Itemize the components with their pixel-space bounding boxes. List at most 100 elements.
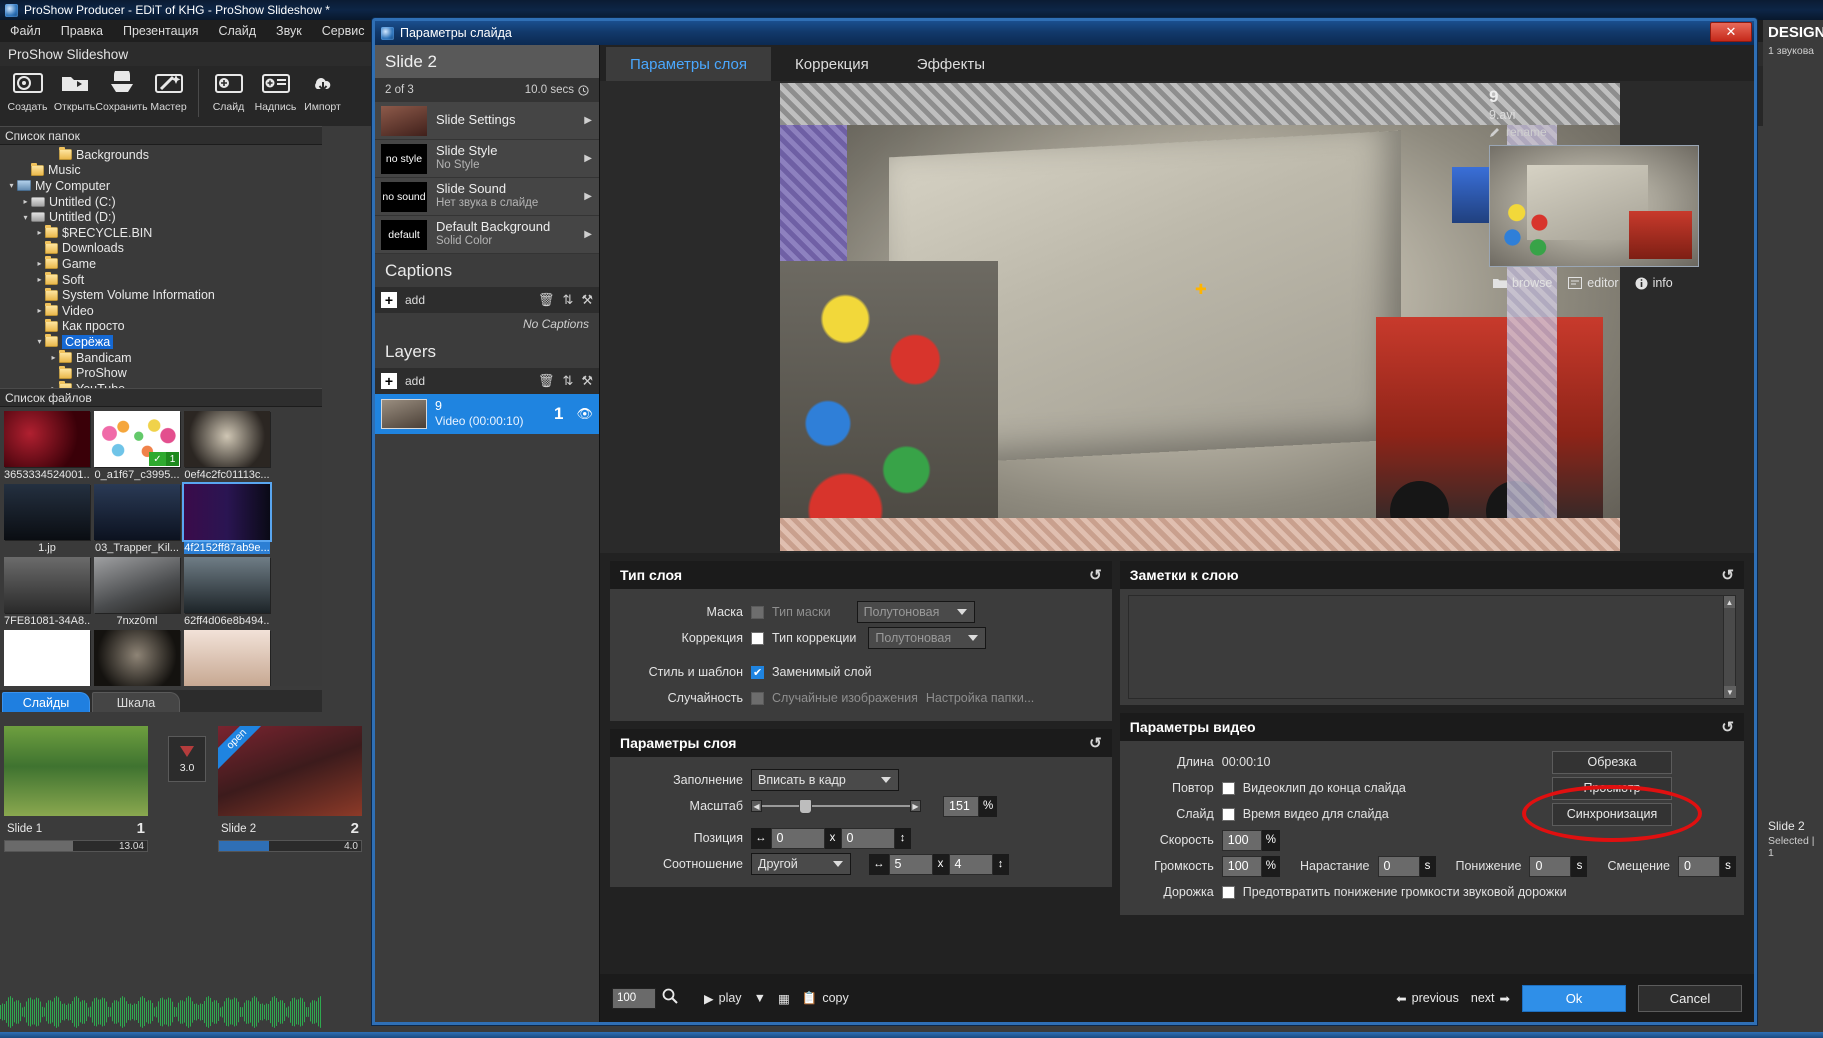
mask-type-select[interactable]: Полутоновая	[856, 601, 975, 623]
browse-button[interactable]: browse	[1493, 276, 1552, 290]
video-fadein-field[interactable]: 0	[1377, 855, 1420, 877]
reset-icon[interactable]: ↺	[1721, 718, 1734, 736]
aspect-width-field[interactable]: 5	[888, 853, 933, 875]
audio-waveform[interactable]	[0, 974, 322, 1038]
folder-tree-item[interactable]: Как просто	[0, 318, 322, 335]
toolbar-button-save[interactable]: Сохранить	[95, 66, 148, 124]
file-list-item[interactable]: 126d540c3346e...	[4, 630, 90, 686]
tree-twisty-icon[interactable]: ▸	[34, 259, 45, 268]
tree-twisty-icon[interactable]: ▾	[6, 181, 17, 190]
slide-thumbnail-1[interactable]	[4, 726, 148, 816]
reset-icon[interactable]: ↺	[1721, 566, 1734, 584]
tab-layer-settings[interactable]: Параметры слоя	[606, 47, 772, 81]
adjust-type-select[interactable]: Полутоновая	[868, 627, 987, 649]
delete-caption-icon[interactable]: 🗑	[538, 292, 555, 308]
menu-item-service[interactable]: Сервис	[312, 22, 375, 40]
file-list-item[interactable]: ✓ 1 0_a1f67_c3995...	[94, 411, 180, 481]
mask-checkbox[interactable]	[751, 605, 764, 619]
dialog-tabs[interactable]: Параметры слоя Коррекция Эффекты	[600, 45, 1754, 81]
layers-add-label[interactable]: add	[405, 374, 425, 388]
sidebar-row-default-background[interactable]: default Default Background Solid Color ▶	[375, 216, 599, 254]
sync-button[interactable]: Синхронизация	[1552, 802, 1672, 826]
slide-thumbnail-2[interactable]: open	[218, 726, 362, 816]
scale-value-field[interactable]: 151	[943, 795, 979, 817]
file-list-item[interactable]: 03_Trapper_Kil...	[94, 484, 180, 554]
layer-thumb-actions[interactable]: browse editor info	[1489, 276, 1744, 290]
video-speed-field[interactable]: 100	[1221, 829, 1262, 851]
replaceable-layer-checkbox[interactable]	[751, 665, 764, 679]
folder-tree-item[interactable]: ▸ Soft	[0, 272, 322, 288]
slide-1-duration-bar[interactable]: 13.04	[4, 840, 148, 852]
tree-twisty-icon[interactable]: ▾	[34, 337, 45, 346]
reorder-caption-icon[interactable]: ⇅	[562, 292, 573, 308]
play-button[interactable]: ▶ play	[704, 991, 742, 1006]
menu-item-sound[interactable]: Звук	[266, 22, 312, 40]
sidebar-row-slide-settings[interactable]: Slide Settings ▶	[375, 102, 599, 140]
aspect-height-field[interactable]: 4	[948, 853, 993, 875]
info-button[interactable]: info	[1635, 276, 1673, 290]
frame-button[interactable]: ▦	[778, 991, 790, 1006]
close-icon[interactable]: ✕	[1710, 22, 1752, 42]
captions-toolbar[interactable]: + add 🗑 ⇅ ⚒	[375, 287, 599, 313]
file-list-item[interactable]: 1.jp	[4, 484, 90, 554]
reset-icon[interactable]: ↺	[1089, 566, 1102, 584]
video-volume-field[interactable]: 100	[1221, 855, 1262, 877]
folder-tree-item[interactable]: ▾ My Computer	[0, 178, 322, 194]
previous-button[interactable]: ⬅ previous	[1396, 991, 1459, 1006]
preview-button[interactable]: Просмотр	[1552, 776, 1672, 800]
fill-select[interactable]: Вписать в кадр	[751, 769, 899, 791]
folder-tree-item[interactable]: Music	[0, 162, 322, 179]
delete-layer-icon[interactable]: 🗑	[538, 373, 555, 389]
zoom-control[interactable]: 100	[612, 987, 678, 1009]
reset-icon[interactable]: ↺	[1089, 734, 1102, 752]
toolbar-button-add-caption[interactable]: Надпись	[252, 66, 299, 124]
file-list-item[interactable]: 150px-WR_char...	[94, 630, 180, 686]
layer-anchor-icon[interactable]: ✚	[1195, 282, 1207, 296]
file-list-item[interactable]: 3653334524001...	[4, 411, 90, 481]
bottom-view-tabs[interactable]: Слайды Шкала	[0, 690, 322, 712]
next-button[interactable]: next ➡	[1471, 991, 1510, 1006]
tab-slides[interactable]: Слайды	[2, 692, 90, 712]
folder-tree-item[interactable]: Backgrounds	[0, 147, 322, 163]
tree-twisty-icon[interactable]: ▸	[20, 197, 31, 206]
add-caption-plus-icon[interactable]: +	[381, 292, 397, 308]
video-offset-field[interactable]: 0	[1678, 855, 1720, 877]
random-images-checkbox[interactable]	[751, 691, 764, 705]
reorder-layer-icon[interactable]: ⇅	[562, 373, 573, 389]
eye-icon[interactable]: 👁	[576, 406, 593, 422]
folder-tree-item[interactable]: ▾ Серёжа	[0, 334, 322, 350]
zoom-field[interactable]: 100	[612, 987, 656, 1009]
drop-marker-button[interactable]: ▼	[754, 991, 766, 1005]
tab-effects[interactable]: Эффекты	[892, 47, 1009, 81]
folder-tree-item[interactable]: System Volume Information	[0, 287, 322, 303]
editor-button[interactable]: editor	[1568, 276, 1619, 290]
menu-item-presentation[interactable]: Презентация	[113, 22, 209, 40]
slide-2-duration-bar[interactable]: 4.0	[218, 840, 362, 852]
file-list-item[interactable]: 7FE81081-34A8...	[4, 557, 90, 627]
ok-button[interactable]: Ok	[1522, 984, 1626, 1012]
file-list-item[interactable]: 0ef4c2fc01113c...	[184, 411, 270, 481]
video-slide-checkbox[interactable]	[1221, 807, 1235, 821]
trim-button[interactable]: Обрезка	[1552, 750, 1672, 774]
caption-tools-icon[interactable]: ⚒	[581, 292, 593, 308]
sidebar-row-slide-sound[interactable]: no sound Slide Sound Нет звука в слайде …	[375, 178, 599, 216]
aspect-stepper[interactable]: ↕	[992, 853, 1009, 875]
toolbar-button-open[interactable]: Открыть	[51, 66, 98, 124]
folder-tree-item[interactable]: ▸ $RECYCLE.BIN	[0, 225, 322, 241]
random-folder-link[interactable]: Настройка папки...	[926, 691, 1034, 705]
tree-twisty-icon[interactable]: ▸	[34, 275, 45, 284]
layers-toolbar[interactable]: + add 🗑 ⇅ ⚒	[375, 368, 599, 394]
folder-tree-item[interactable]: ▸ Video	[0, 303, 322, 319]
toolbar-button-import[interactable]: Импорт	[299, 66, 346, 124]
search-icon[interactable]	[662, 988, 678, 1009]
toolbar-button-wizard[interactable]: Мастер	[145, 66, 192, 124]
position-stepper[interactable]: ↕	[894, 827, 911, 849]
copy-button[interactable]: 📋 copy	[802, 991, 849, 1006]
tree-twisty-icon[interactable]: ▸	[48, 353, 59, 362]
scroll-down-icon[interactable]: ▼	[1724, 686, 1736, 698]
toolbar-button-add-slide[interactable]: Слайд	[205, 66, 252, 124]
transition-button[interactable]: 3.0	[168, 736, 206, 782]
position-x-field[interactable]: 0	[770, 827, 825, 849]
tab-timeline[interactable]: Шкала	[92, 692, 180, 712]
position-y-field[interactable]: 0	[840, 827, 895, 849]
